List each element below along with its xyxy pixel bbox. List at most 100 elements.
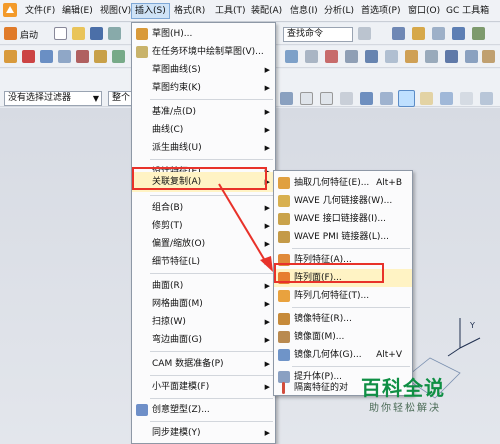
menu-item-cam-data[interactable]: CAM 数据准备(P) ▶	[132, 355, 275, 373]
more-tools-icon[interactable]	[482, 50, 495, 63]
start-icon[interactable]	[4, 27, 17, 40]
menu-item-flange-surface[interactable]: 弯边曲面(G) ▶	[132, 331, 275, 349]
offset-icon[interactable]	[365, 50, 378, 63]
selection-filter-dropdown[interactable]: 没有选择过滤器 ▼	[4, 91, 102, 106]
menu-bar: 文件(F) 编辑(E) 视图(V) 插入(S) 格式(R) 工具(T) 装配(A…	[0, 0, 500, 22]
submenu-arrow-icon: ▶	[264, 360, 270, 368]
shade-icon[interactable]	[432, 27, 445, 40]
model-icon[interactable]	[472, 27, 485, 40]
search-icon[interactable]	[358, 27, 371, 40]
menu-separator	[292, 248, 410, 249]
menu-format[interactable]: 格式(R)	[171, 3, 208, 19]
mirror-face-icon	[278, 331, 290, 343]
creative-icon	[136, 404, 148, 416]
menu-item-wave-interface-linker[interactable]: WAVE 接口链接器(I)...	[274, 210, 412, 228]
point-icon[interactable]	[285, 50, 298, 63]
menu-item-sweep[interactable]: 扫掠(W) ▶	[132, 313, 275, 331]
menu-item-pattern-geometry[interactable]: 阵列几何特征(T)...	[274, 287, 412, 305]
menu-item-datum-point[interactable]: 基准/点(D) ▶	[132, 103, 275, 121]
watermark-title: 百科全说	[361, 376, 445, 400]
snap-line-icon[interactable]	[460, 92, 473, 105]
menu-item-wave-pmi-linker[interactable]: WAVE PMI 链接器(L)...	[274, 228, 412, 246]
menu-tools[interactable]: 工具(T)	[212, 3, 249, 19]
snap-end-icon[interactable]	[420, 92, 433, 105]
menu-file[interactable]: 文件(F)	[22, 3, 58, 19]
submenu-arrow-icon: ▶	[264, 84, 270, 92]
circle-icon[interactable]	[58, 50, 71, 63]
pattern-face-highlight	[274, 263, 384, 283]
menu-item-sketch-curve[interactable]: 草图曲线(S) ▶	[132, 61, 275, 79]
select-lasso-icon[interactable]	[320, 92, 333, 105]
arc-icon[interactable]	[40, 50, 53, 63]
menu-item-curve[interactable]: 曲线(C) ▶	[132, 121, 275, 139]
menu-item-sketch-constraint[interactable]: 草图约束(K) ▶	[132, 79, 275, 97]
menu-item-mirror-feature[interactable]: 镜像特征(R)...	[274, 310, 412, 328]
select-icon[interactable]	[280, 92, 293, 105]
save-icon[interactable]	[90, 27, 103, 40]
menu-window[interactable]: 窗口(O)	[405, 3, 443, 19]
open-folder-icon[interactable]	[72, 27, 85, 40]
start-label[interactable]: 启动	[20, 28, 38, 41]
extend-icon[interactable]	[345, 50, 358, 63]
window-icon[interactable]	[392, 27, 405, 40]
menu-analysis[interactable]: 分析(L)	[321, 3, 357, 19]
fillet-icon[interactable]	[76, 50, 89, 63]
menu-item-synchronous-modeling[interactable]: 同步建模(Y) ▶	[132, 424, 275, 442]
cube-icon[interactable]	[452, 27, 465, 40]
menu-info[interactable]: 信息(I)	[287, 3, 321, 19]
select-all-icon[interactable]	[340, 92, 353, 105]
submenu-arrow-icon: ▶	[264, 383, 270, 391]
menu-item-mesh-surface[interactable]: 网格曲面(M) ▶	[132, 295, 275, 313]
snap-center-icon[interactable]	[480, 92, 493, 105]
shaded-view-icon[interactable]	[360, 92, 373, 105]
sketch-icon	[136, 28, 148, 40]
menu-item-creative-shaping[interactable]: 创意塑型(Z)...	[132, 401, 275, 419]
menu-item-sketch[interactable]: 草图(H)...	[132, 25, 275, 43]
menu-assembly[interactable]: 装配(A)	[248, 3, 285, 19]
isolate-icon	[282, 382, 285, 394]
polygon-icon[interactable]	[112, 50, 125, 63]
constraint-icon[interactable]	[405, 50, 418, 63]
menu-item-sketch-in-task[interactable]: 在任务环境中绘制草图(V)...	[132, 43, 275, 61]
sketch-tool-icon[interactable]	[4, 50, 17, 63]
submenu-arrow-icon: ▶	[264, 429, 270, 437]
menu-insert[interactable]: 插入(S)	[131, 3, 170, 19]
snap-mid-icon[interactable]	[440, 92, 453, 105]
menu-item-mirror-body[interactable]: 镜像几何体(G)... Alt+V	[274, 346, 412, 364]
menu-separator	[150, 159, 273, 160]
layer-icon[interactable]	[412, 27, 425, 40]
menu-view[interactable]: 视图(V)	[97, 3, 134, 19]
command-search-input[interactable]: 查找命令	[283, 27, 353, 42]
cut-icon[interactable]	[108, 27, 121, 40]
mirror-curve-icon[interactable]	[385, 50, 398, 63]
menu-item-derived-curve[interactable]: 派生曲线(U) ▶	[132, 139, 275, 157]
menu-item-extract-geometry[interactable]: 抽取几何特征(E)... Alt+B	[274, 174, 412, 192]
rectangle-icon[interactable]	[94, 50, 107, 63]
select-box-icon[interactable]	[300, 92, 313, 105]
assembly-scope-dropdown[interactable]: 整个	[108, 91, 132, 106]
dimension-icon[interactable]	[425, 50, 438, 63]
sketch-task-icon	[136, 46, 148, 58]
datum-icon[interactable]	[305, 50, 318, 63]
intersect-icon[interactable]	[465, 50, 478, 63]
submenu-arrow-icon: ▶	[264, 126, 270, 134]
menu-preferences[interactable]: 首选项(P)	[358, 3, 403, 19]
menu-item-surface[interactable]: 曲面(R) ▶	[132, 277, 275, 295]
menu-item-mirror-face[interactable]: 镜像面(M)...	[274, 328, 412, 346]
menu-gc-toolbox[interactable]: GC 工具箱	[443, 3, 492, 19]
new-file-icon[interactable]	[54, 27, 67, 40]
menu-separator	[150, 375, 273, 376]
project-icon[interactable]	[445, 50, 458, 63]
trim-icon[interactable]	[325, 50, 338, 63]
menu-separator	[150, 421, 273, 422]
menu-separator	[292, 366, 410, 367]
submenu-arrow-icon: ▶	[264, 300, 270, 308]
menu-separator	[150, 351, 273, 352]
menu-edit[interactable]: 编辑(E)	[59, 3, 96, 19]
menu-item-wave-geometry-linker[interactable]: WAVE 几何链接器(W)...	[274, 192, 412, 210]
wireframe-icon[interactable]	[380, 92, 393, 105]
submenu-arrow-icon: ▶	[264, 282, 270, 290]
menu-item-facet-modeling[interactable]: 小平面建模(F) ▶	[132, 378, 275, 396]
snap-point-icon[interactable]	[398, 90, 415, 107]
line-icon[interactable]	[22, 50, 35, 63]
